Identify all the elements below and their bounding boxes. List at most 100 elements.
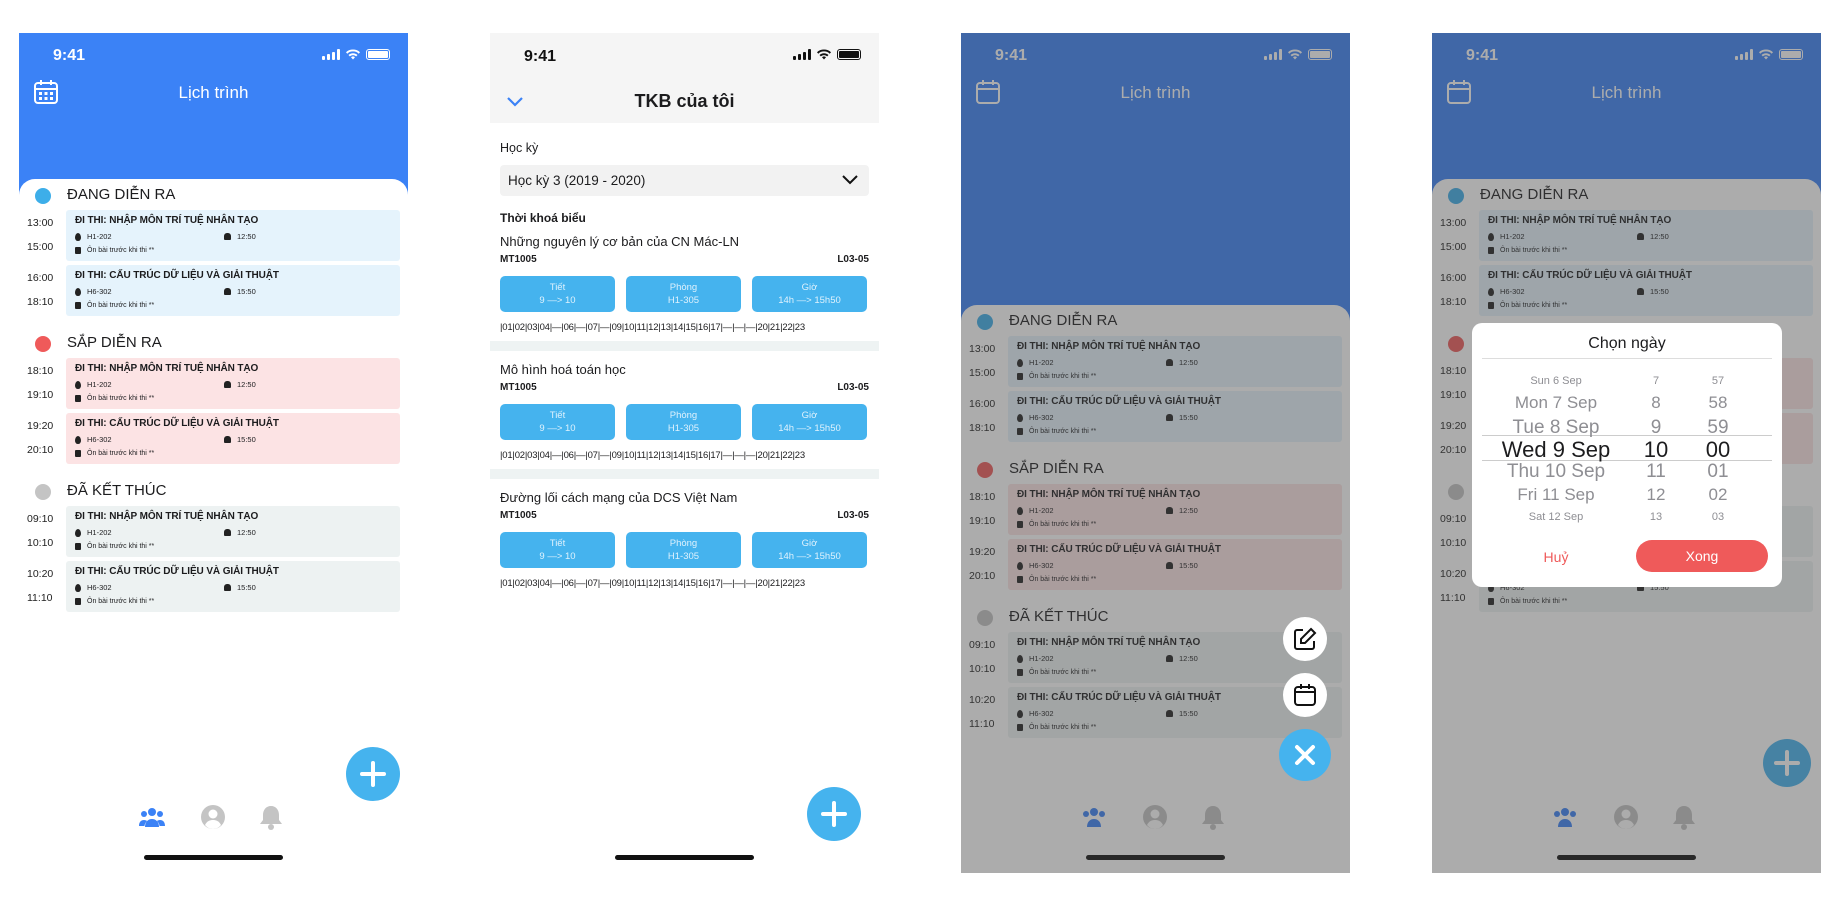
note-icon xyxy=(75,598,81,605)
event-location: H1-202 xyxy=(75,232,112,241)
event-card[interactable]: ĐI THI: CẤU TRÚC DỮ LIỆU VÀ GIẢI THUẬT H6… xyxy=(66,265,400,316)
event-card[interactable]: ĐI THI: NHẬP MÔN TRÍ TUỆ NHÂN TẠO H1-202 1… xyxy=(66,210,400,261)
course-weeks: |01|02|03|04|—|06|—|07|—|09|10|11|12|13|… xyxy=(500,450,805,461)
add-button[interactable] xyxy=(807,787,861,841)
wheel-min: 57 xyxy=(1711,375,1725,387)
event-location: H6-302 xyxy=(75,583,112,592)
pill-value: H1-305 xyxy=(667,551,700,562)
event-location: H1-202 xyxy=(75,380,112,389)
wheel-min: 59 xyxy=(1707,417,1729,438)
pill-value: 9 —> 10 xyxy=(539,423,576,434)
wheel-row[interactable]: Thu 10 Sep 11 01 xyxy=(1472,461,1782,485)
edit-button[interactable] xyxy=(1283,617,1327,661)
note-icon xyxy=(75,543,81,550)
event-card[interactable]: ĐI THI: NHẬP MÔN TRÍ TUỆ NHÂN TẠO H1-202 1… xyxy=(66,358,400,409)
event-location: H6-302 xyxy=(75,435,112,444)
event-room: H1-202 xyxy=(87,380,112,389)
bell-icon xyxy=(224,529,231,536)
wheel-row[interactable]: Wed 9 Sep 10 00 xyxy=(1472,437,1782,462)
event-room: H6-302 xyxy=(87,287,112,296)
close-icon xyxy=(1295,745,1315,765)
status-icons xyxy=(322,49,390,60)
event-reminder-time: 12:50 xyxy=(237,380,256,389)
edit-icon xyxy=(1294,627,1317,650)
course-info-pill[interactable]: Giờ 14h —> 15h50 xyxy=(752,404,867,440)
semester-label: Học kỳ xyxy=(500,141,539,155)
event-card[interactable]: ĐI THI: CẤU TRÚC DỮ LIỆU VÀ GIẢI THUẬT H6… xyxy=(66,413,400,464)
profile-icon[interactable] xyxy=(199,803,227,831)
signal-icon xyxy=(793,49,811,60)
event-room: H6-302 xyxy=(87,435,112,444)
group-icon[interactable] xyxy=(138,803,166,831)
event-row[interactable]: 16:00 18:10 ĐI THI: CẤU TRÚC DỮ LIỆU VÀ GI… xyxy=(19,263,408,317)
note-icon xyxy=(75,395,81,402)
course-weeks: |01|02|03|04|—|06|—|07|—|09|10|11|12|13|… xyxy=(500,322,805,333)
status-dot xyxy=(35,188,51,204)
done-button[interactable]: Xong xyxy=(1636,540,1768,572)
event-note: Ôn bài trước khi thi ** xyxy=(75,543,154,550)
pill-label: Phòng xyxy=(669,410,698,421)
date-picker-dialog: Chọn ngày Sun 6 Sep 7 57 Mon 7 Sep 8 58 Tue 8 … xyxy=(1472,323,1782,587)
divider xyxy=(490,469,879,479)
event-card[interactable]: ĐI THI: CẤU TRÚC DỮ LIỆU VÀ GIẢI THUẬT H6… xyxy=(66,561,400,612)
event-note: Ôn bài trước khi thi ** xyxy=(75,598,154,605)
location-pin-icon xyxy=(75,232,81,241)
course-info-pill[interactable]: Phòng H1-305 xyxy=(626,276,741,312)
event-row[interactable]: 10:20 11:10 ĐI THI: CẤU TRÚC DỮ LIỆU VÀ GI… xyxy=(19,559,408,613)
wheel-row[interactable]: Fri 11 Sep 12 02 xyxy=(1472,485,1782,509)
timetable-screen: 9:41 TKB của tôi Học kỳ Học kỳ 3 (2019 -… xyxy=(490,33,879,873)
wheel-min: 01 xyxy=(1707,461,1729,482)
add-button[interactable] xyxy=(346,747,400,801)
course-info-pill[interactable]: Tiết 9 —> 10 xyxy=(500,276,615,312)
course-info-pill[interactable]: Giờ 14h —> 15h50 xyxy=(752,276,867,312)
wheel-day: Sun 6 Sep xyxy=(1530,375,1582,387)
bell-icon xyxy=(224,381,231,388)
event-card[interactable]: ĐI THI: NHẬP MÔN TRÍ TUỆ NHÂN TẠO H1-202 1… xyxy=(66,506,400,557)
section-header: ĐANG DIỄN RA xyxy=(19,182,408,208)
event-start-time: 16:00 xyxy=(27,272,54,284)
event-row[interactable]: 18:10 19:10 ĐI THI: NHẬP MÔN TRÍ TUỆ NHÂN … xyxy=(19,356,408,410)
course-info-pill[interactable]: Tiết 9 —> 10 xyxy=(500,532,615,568)
pill-label: Phòng xyxy=(669,282,698,293)
event-note: Ôn bài trước khi thi ** xyxy=(75,450,154,457)
event-start-time: 10:20 xyxy=(27,568,54,580)
wheel-hour: 12 xyxy=(1646,485,1666,504)
event-reminder: 15:50 xyxy=(224,287,256,296)
calendar-button[interactable] xyxy=(1283,673,1327,717)
section-header: ĐÃ KẾT THÚC xyxy=(19,478,408,504)
bell-icon xyxy=(224,288,231,295)
event-name: ĐI THI: CẤU TRÚC DỮ LIỆU VÀ GIẢI THUẬT xyxy=(75,566,279,577)
wheel-row[interactable]: Mon 7 Sep 8 58 xyxy=(1472,393,1782,417)
event-reminder: 12:50 xyxy=(224,232,256,241)
event-row[interactable]: 19:20 20:10 ĐI THI: CẤU TRÚC DỮ LIỆU VÀ GI… xyxy=(19,411,408,465)
section-label: SẮP DIỄN RA xyxy=(67,334,162,351)
pill-value: 9 —> 10 xyxy=(539,551,576,562)
wheel-hour: 11 xyxy=(1646,461,1666,482)
event-room: H1-202 xyxy=(87,528,112,537)
course-info-pill[interactable]: Giờ 14h —> 15h50 xyxy=(752,532,867,568)
status-time: 9:41 xyxy=(524,48,557,65)
bell-icon[interactable] xyxy=(257,803,285,831)
wheel-row[interactable]: Sat 12 Sep 13 03 xyxy=(1472,511,1782,535)
event-row[interactable]: 09:10 10:10 ĐI THI: NHẬP MÔN TRÍ TUỆ NHÂN … xyxy=(19,504,408,558)
course-group: L03-05 xyxy=(837,254,869,265)
date-time-wheel[interactable]: Sun 6 Sep 7 57 Mon 7 Sep 8 58 Tue 8 Sep 9 59 Wed … xyxy=(1472,369,1782,523)
close-button[interactable] xyxy=(1279,729,1331,781)
course-info-pill[interactable]: Phòng H1-305 xyxy=(626,532,741,568)
pill-value: H1-305 xyxy=(667,295,700,306)
semester-select[interactable]: Học kỳ 3 (2019 - 2020) xyxy=(500,165,869,196)
pill-value: 14h —> 15h50 xyxy=(778,423,841,434)
cancel-button[interactable]: Huỷ xyxy=(1512,549,1600,565)
wheel-hour: 8 xyxy=(1651,393,1661,412)
wifi-icon xyxy=(817,49,831,60)
divider xyxy=(490,341,879,351)
wheel-hour: 9 xyxy=(1650,417,1662,438)
course-info-pill[interactable]: Tiết 9 —> 10 xyxy=(500,404,615,440)
event-end-time: 20:10 xyxy=(27,444,54,456)
course-info-pill[interactable]: Phòng H1-305 xyxy=(626,404,741,440)
event-row[interactable]: 13:00 15:00 ĐI THI: NHẬP MÔN TRÍ TUỆ NHÂN … xyxy=(19,208,408,262)
location-pin-icon xyxy=(75,583,81,592)
location-pin-icon xyxy=(75,435,81,444)
event-note: Ôn bài trước khi thi ** xyxy=(75,247,154,254)
picker-title: Chọn ngày xyxy=(1588,335,1666,352)
